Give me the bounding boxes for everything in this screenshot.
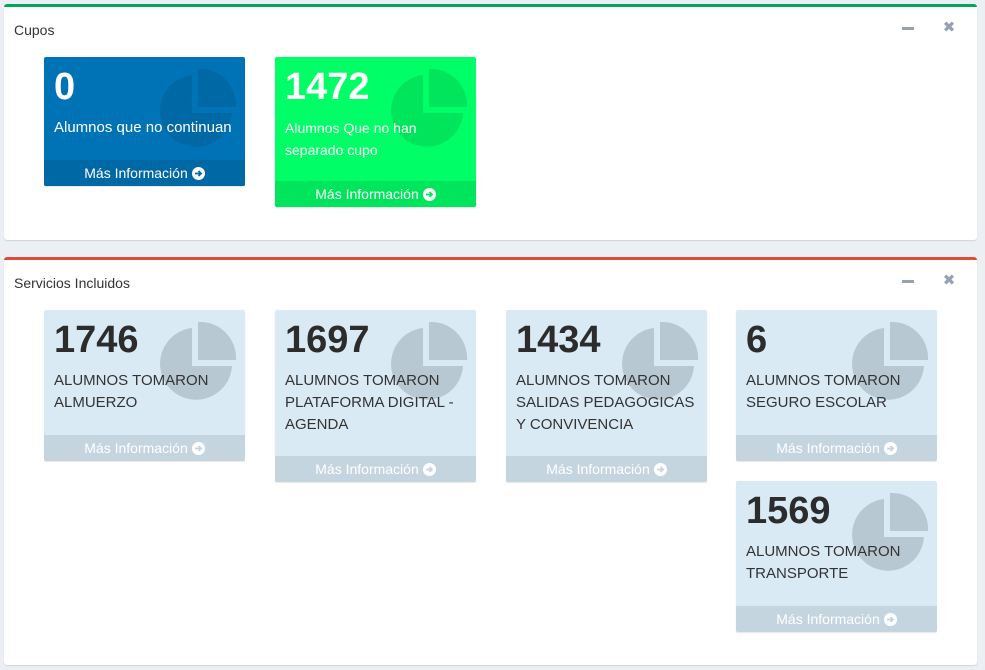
more-info-link[interactable]: Más Información (44, 160, 245, 186)
cupos-panel: Cupos ✖ 0 Alumnos que no continuan Más I… (4, 4, 977, 240)
more-info-link[interactable]: Más Información (506, 456, 707, 482)
stat-number: 1746 (54, 319, 139, 361)
more-info-link[interactable]: Más Información (275, 181, 476, 207)
stat-label: ALUMNOS TOMARON TRANSPORTE (746, 543, 901, 582)
stat-label: Alumnos que no continuan (54, 119, 232, 136)
stat-number: 1569 (746, 490, 831, 532)
more-info-link[interactable]: Más Información (275, 456, 476, 482)
close-icon[interactable]: ✖ (940, 272, 958, 290)
arrow-circle-right-icon (422, 188, 436, 201)
more-info-label: Más Información (776, 611, 880, 627)
more-info-label: Más Información (315, 461, 419, 477)
arrow-circle-right-icon (191, 442, 205, 455)
stat-number: 1434 (516, 319, 601, 361)
more-info-label: Más Información (84, 165, 188, 181)
stat-box-almuerzo: 1746 ALUMNOS TOMARON ALMUERZO Más Inform… (44, 310, 245, 461)
servicios-panel-title: Servicios Incluidos (14, 275, 130, 291)
minimize-icon[interactable] (899, 19, 917, 37)
stat-box-transporte: 1569 ALUMNOS TOMARON TRANSPORTE Más Info… (736, 481, 937, 632)
stat-box-no-separado-cupo: 1472 Alumnos Que no han separado cupo Má… (275, 57, 476, 207)
servicios-panel: Servicios Incluidos ✖ 1746 ALUMNOS TOMAR… (4, 257, 977, 665)
stat-label: ALUMNOS TOMARON ALMUERZO (54, 372, 209, 411)
stat-box-no-continuan: 0 Alumnos que no continuan Más Informaci… (44, 57, 245, 186)
stat-label: ALUMNOS TOMARON SEGURO ESCOLAR (746, 372, 901, 411)
stat-box-salidas-pedagogicas: 1434 ALUMNOS TOMARON SALIDAS PEDAGOGICAS… (506, 310, 707, 482)
more-info-label: Más Información (776, 440, 880, 456)
stat-label: ALUMNOS TOMARON SALIDAS PEDAGOGICAS Y CO… (516, 372, 695, 433)
stat-label: Alumnos Que no han separado cupo (285, 120, 417, 158)
more-info-link[interactable]: Más Información (44, 435, 245, 461)
more-info-label: Más Información (84, 440, 188, 456)
servicios-panel-header: Servicios Incluidos ✖ (4, 260, 977, 300)
arrow-circle-right-icon (191, 167, 205, 180)
more-info-link[interactable]: Más Información (736, 606, 937, 632)
arrow-circle-right-icon (422, 463, 436, 476)
close-icon[interactable]: ✖ (940, 19, 958, 37)
stat-box-seguro-escolar: 6 ALUMNOS TOMARON SEGURO ESCOLAR Más Inf… (736, 310, 937, 461)
stat-box-plataforma-digital: 1697 ALUMNOS TOMARON PLATAFORMA DIGITAL … (275, 310, 476, 482)
more-info-label: Más Información (546, 461, 650, 477)
minimize-icon[interactable] (899, 272, 917, 290)
arrow-circle-right-icon (883, 613, 897, 626)
arrow-circle-right-icon (653, 463, 667, 476)
cupos-panel-title: Cupos (14, 22, 55, 38)
stat-number: 0 (54, 66, 76, 108)
stat-number: 1697 (285, 319, 370, 361)
cupos-panel-header: Cupos ✖ (4, 7, 977, 47)
stat-number: 6 (746, 319, 768, 361)
stat-label: ALUMNOS TOMARON PLATAFORMA DIGITAL - AGE… (285, 372, 454, 433)
stat-number: 1472 (285, 66, 370, 108)
more-info-label: Más Información (315, 186, 419, 202)
arrow-circle-right-icon (883, 442, 897, 455)
more-info-link[interactable]: Más Información (736, 435, 937, 461)
